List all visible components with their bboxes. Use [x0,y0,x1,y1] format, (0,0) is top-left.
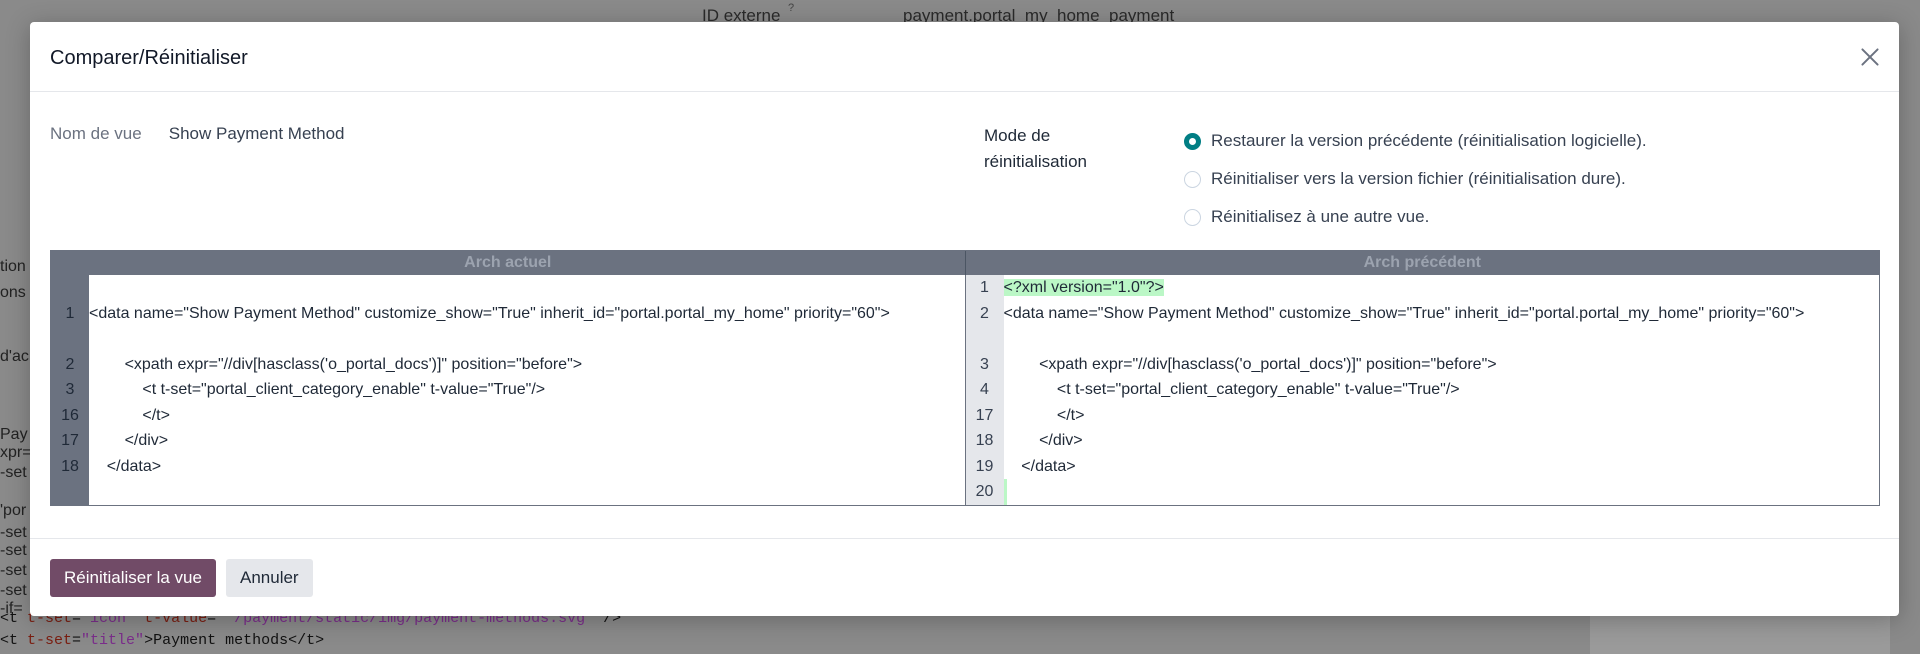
reset-option-2[interactable]: Réinitialiser vers la version fichier (r… [1184,160,1647,198]
compare-reset-dialog: Comparer/Réinitialiser Nom de vue Show P… [30,22,1899,616]
current-arch-code: <data name="Show Payment Method" customi… [89,275,965,505]
line-number-gutter: 1 2 3 4 17 18 19 20 [965,275,1004,505]
line-number: 18 [61,457,79,475]
line-number-gutter: 1 2 3 16 17 18 [51,275,89,505]
diff-body: 1 2 3 16 17 18 <data name="Show Payment Metho… [51,275,1879,505]
background-text-fragment: -set [0,582,27,599]
previous-arch-code: <?xml version="1.0"?> <data name="Show Pa… [1003,275,1880,505]
code-line: </data> [1003,457,1076,475]
close-button[interactable] [1857,44,1883,70]
reset-option-label: Restaurer la version précédente (réiniti… [1211,131,1647,150]
background-text-fragment: xpr= [0,444,32,461]
radio-unchecked-icon[interactable] [1184,170,1201,188]
added-code-line: <?xml version="1.0"?> [1003,279,1164,296]
added-code-line [1003,479,1880,505]
code-line: </t> [1003,406,1085,424]
background-text-fragment: 'por [0,502,27,519]
code-line: <xpath expr="//div[hasclass('o_portal_do… [89,355,583,373]
line-number: 1 [65,304,75,322]
dialog-footer: Réinitialiser la vue Annuler [30,538,1899,616]
reset-view-button[interactable]: Réinitialiser la vue [50,559,216,597]
code-line: </div> [89,432,169,449]
line-number: 20 [975,483,994,500]
background-text-fragment: -set [0,464,27,481]
line-number: 3 [980,355,989,373]
cancel-button[interactable]: Annuler [226,559,313,597]
code-line: </data> [89,457,162,475]
radio-unchecked-icon[interactable] [1184,208,1201,226]
radio-checked-icon[interactable] [1184,132,1201,150]
line-number: 17 [975,406,994,424]
line-number: 2 [980,304,989,322]
background-text-fragment: -set [0,542,27,559]
reset-option-3[interactable]: Réinitialisez à une autre vue. [1184,198,1647,236]
close-icon [1861,48,1879,66]
background-text-fragment: ons [0,284,26,301]
view-name-field: Nom de vue Show Payment Method [50,124,345,144]
line-number: 4 [980,381,989,398]
line-number: 18 [975,432,994,449]
reset-mode-label: Mode de réinitialisation [984,126,1087,171]
line-number: 2 [65,355,75,373]
code-line: </t> [89,406,170,424]
background-text-fragment: Pay [0,426,28,443]
line-number: 19 [975,457,994,475]
dialog-title: Comparer/Réinitialiser [50,47,248,69]
view-name-value: Show Payment Method [168,124,345,143]
reset-mode-radio-group: Restaurer la version précédente (réiniti… [1184,122,1647,236]
line-number: 3 [65,381,75,398]
code-line: <t t-set="portal_client_category_enable"… [89,381,546,398]
background-text-fragment: tion [0,258,26,275]
reset-option-label: Réinitialiser vers la version fichier (r… [1211,169,1626,188]
arch-diff-viewer: Arch actuel Arch précédent 1 2 3 16 17 18 <da… [50,250,1880,506]
code-line: <t t-set="portal_client_category_enable"… [1003,381,1460,398]
current-arch-pane[interactable]: 1 2 3 16 17 18 <data name="Show Payment Metho… [51,275,966,505]
line-number: 1 [980,279,989,296]
code-line: </div> [1003,432,1083,449]
diff-header: Arch actuel Arch précédent [51,251,1879,275]
background-form-header: ID externe ? payment.portal_my_home_paym… [0,0,1920,25]
current-arch-title: Arch actuel [51,251,966,275]
line-number [51,275,89,301]
code-line: <xpath expr="//div[hasclass('o_portal_do… [1003,355,1497,373]
background-code-line: <t t-set="title">Payment methods</t> [0,632,325,649]
view-name-label: Nom de vue [50,124,142,143]
code-line: <data name="Show Payment Method" customi… [89,304,890,322]
line-number: 16 [61,406,79,424]
help-icon: ? [788,2,795,14]
reset-option-label: Réinitialisez à une autre vue. [1211,207,1430,226]
previous-arch-pane[interactable]: 1 2 3 4 17 18 19 20 <?xml version="1.0"?> <data … [965,275,1880,505]
reset-option-1[interactable]: Restaurer la version précédente (réiniti… [1184,122,1647,160]
previous-arch-title: Arch précédent [1363,254,1481,271]
line-number: 17 [61,432,79,449]
background-text-fragment: d'ac [0,348,29,365]
background-text-fragment: -set [0,524,27,541]
background-text-fragment: -set [0,562,27,579]
code-line: <data name="Show Payment Method" customi… [1003,304,1805,322]
background-left-fragments: tion ons d'ac Pay xpr= -set'por -set -set -set -s… [0,0,32,654]
dialog-header: Comparer/Réinitialiser [30,22,1899,92]
